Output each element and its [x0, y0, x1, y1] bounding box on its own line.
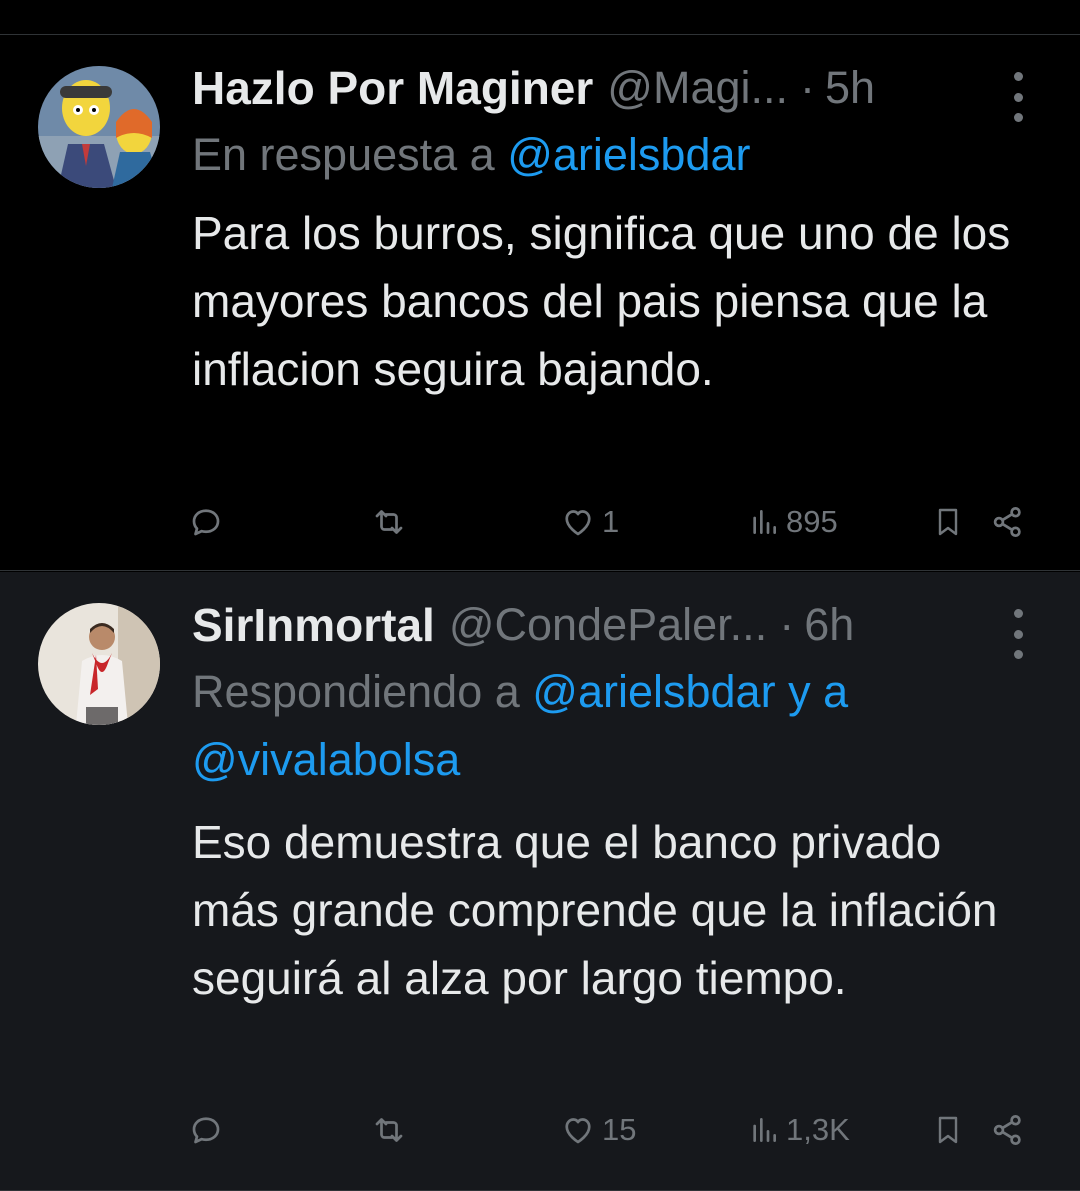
reply-prefix: Respondiendo a	[192, 666, 533, 717]
share-button[interactable]	[990, 1105, 1026, 1155]
author-handle[interactable]: @CondePaler...	[449, 599, 767, 651]
retweet-button[interactable]	[370, 1105, 414, 1155]
share-icon	[993, 507, 1021, 537]
retweet-icon	[375, 1118, 403, 1142]
tweet-card[interactable]: Hazlo Por Maginer @Magi... · 5h En respu…	[0, 35, 1080, 571]
retweet-button[interactable]	[370, 497, 414, 547]
tweet-card[interactable]: SirInmortal @CondePaler... · 6h Respondi…	[0, 572, 1080, 1191]
heart-icon	[565, 1118, 591, 1144]
bookmark-button[interactable]	[932, 497, 964, 547]
cartoon-avatar-icon	[38, 66, 160, 188]
views-icon	[753, 510, 776, 534]
action-bar: 15 1,3K	[188, 1105, 1030, 1155]
reply-mention-secondary[interactable]: @vivalabolsa	[192, 734, 460, 785]
separator-dot: ·	[779, 599, 795, 650]
reply-mention[interactable]: @arielsbdar	[507, 129, 750, 180]
separator-dot: ·	[800, 62, 816, 113]
bookmark-icon	[938, 1116, 958, 1144]
timestamp[interactable]: 5h	[825, 62, 875, 114]
reply-mention[interactable]: @arielsbdar y a	[532, 666, 848, 717]
tweet-header: Hazlo Por Maginer @Magi... · 5h	[192, 58, 1030, 118]
reply-button[interactable]	[188, 1105, 230, 1155]
share-icon	[993, 1115, 1021, 1145]
reply-context: Respondiendo a @arielsbdar y a @vivalabo…	[192, 658, 1020, 794]
share-button[interactable]	[990, 497, 1026, 547]
author-name[interactable]: Hazlo Por Maginer	[192, 61, 593, 115]
retweet-icon	[375, 510, 403, 534]
reply-icon	[192, 509, 220, 536]
views-count: 895	[786, 504, 838, 539]
author-name[interactable]: SirInmortal	[192, 598, 435, 652]
like-count: 15	[602, 1112, 637, 1147]
tweet-text: Eso demuestra que el banco privado más g…	[192, 816, 998, 1004]
like-count: 1	[602, 504, 620, 539]
like-button[interactable]: 15	[560, 1105, 636, 1155]
reply-button[interactable]	[188, 497, 230, 547]
views-button[interactable]: 895	[748, 497, 838, 547]
reply-prefix: En respuesta a	[192, 129, 508, 180]
views-button[interactable]: 1,3K	[748, 1105, 850, 1155]
more-options-icon[interactable]	[1008, 609, 1028, 659]
views-count: 1,3K	[786, 1112, 850, 1147]
bookmark-button[interactable]	[932, 1105, 964, 1155]
top-divider	[0, 0, 1080, 35]
heart-icon	[565, 510, 591, 536]
bookmark-icon	[938, 508, 958, 536]
avatar[interactable]	[38, 603, 160, 725]
tweet-text: Para los burros, significa que uno de lo…	[192, 207, 1011, 395]
timestamp[interactable]: 6h	[804, 599, 854, 651]
action-bar: 1 895	[188, 497, 1030, 547]
tweet-header: SirInmortal @CondePaler... · 6h	[192, 595, 1030, 655]
photo-avatar-icon	[38, 603, 160, 725]
views-icon	[753, 1118, 776, 1142]
like-button[interactable]: 1	[560, 497, 619, 547]
avatar[interactable]	[38, 66, 160, 188]
reply-context: En respuesta a @arielsbdar	[192, 121, 1020, 189]
author-handle[interactable]: @Magi...	[607, 62, 788, 114]
more-options-icon[interactable]	[1008, 72, 1028, 122]
reply-icon	[192, 1117, 220, 1144]
